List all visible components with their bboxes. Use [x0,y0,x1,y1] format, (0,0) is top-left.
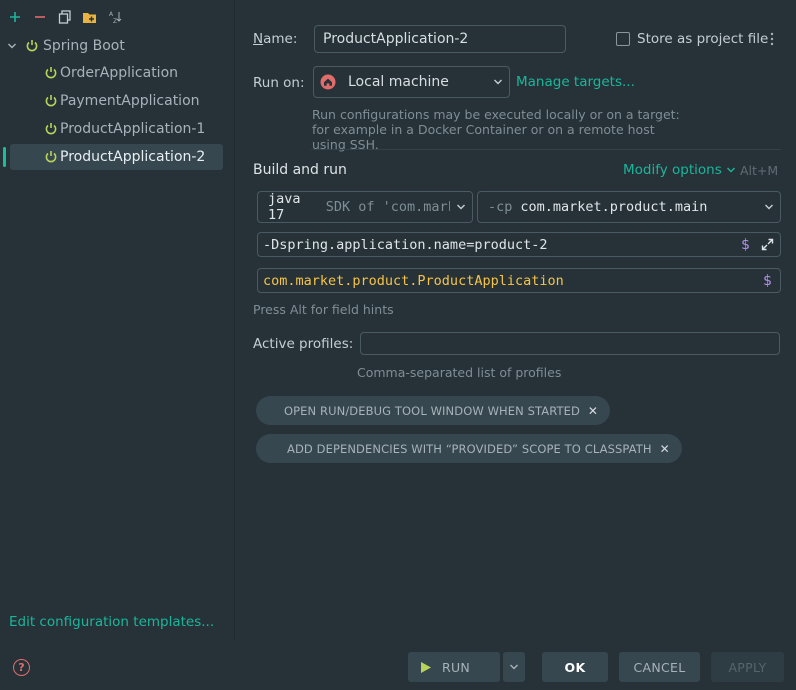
close-icon[interactable]: ✕ [588,404,598,418]
configurations-sidebar: AZ Spring Boot OrderApplication PaymentA… [0,0,235,640]
run-on-label: Run on: [253,75,305,91]
spring-boot-icon [26,40,38,52]
dialog-footer: ? RUN OK CANCEL APPLY [0,640,796,690]
active-profiles-label: Active profiles: [253,336,354,352]
help-button[interactable]: ? [13,659,30,676]
run-button[interactable]: RUN [408,652,500,682]
apply-button[interactable]: APPLY [711,652,784,682]
folder-add-icon [83,12,96,23]
question-icon: ? [18,661,25,674]
cp-flag: -cp [488,199,513,215]
tree-item-payment-application[interactable]: PaymentApplication [44,88,224,114]
edit-configuration-templates-link[interactable]: Edit configuration templates... [9,614,214,630]
modify-options-label: Modify options [623,162,722,178]
tree-item-product-application-2[interactable]: ProductApplication-2 [10,144,223,170]
jdk-version: java 17 [268,191,301,223]
main-class-value: com.market.product.ProductApplication [263,272,564,289]
tree-item-order-application[interactable]: OrderApplication [44,60,224,86]
run-on-value: Local machine [348,74,449,90]
chevron-down-icon [765,204,773,210]
active-profiles-field[interactable] [360,332,780,355]
classpath-module-select[interactable]: -cp com.market.product.main [477,191,781,223]
run-options-dropdown[interactable] [503,652,525,682]
name-field[interactable]: ProductApplication-2 [314,25,566,53]
tree-item-product-application-1[interactable]: ProductApplication-1 [44,116,224,142]
cp-value: com.market.product.main [520,199,708,215]
chevron-down-icon [494,79,502,85]
selection-marker [3,147,6,167]
divider [311,149,781,150]
profiles-hint: Comma-separated list of profiles [357,365,562,380]
tree-group-label: Spring Boot [43,38,125,54]
jdk-dropdown-arrow[interactable] [450,192,472,222]
build-and-run-heading: Build and run [253,162,347,178]
chip-label: OPEN RUN/DEBUG TOOL WINDOW WHEN STARTED [284,403,580,418]
more-options-button[interactable] [766,30,778,48]
add-configuration-button[interactable] [4,7,25,27]
tree-item-label: PaymentApplication [60,93,200,109]
vm-options-value: -Dspring.application.name=product-2 [263,236,548,253]
modify-options-shortcut: Alt+M [740,163,779,178]
store-as-project-file-checkbox[interactable]: Store as project file [616,31,768,47]
chevron-down-icon [457,204,465,210]
alt-hint: Press Alt for field hints [253,302,394,317]
sidebar-toolbar: AZ [4,7,125,27]
run-on-select[interactable]: Local machine [313,66,510,98]
svg-text:Z: Z [113,18,117,24]
name-label-mnemonic: N [253,31,264,47]
expand-icon[interactable] [761,238,774,251]
ok-button[interactable]: OK [542,652,608,682]
minus-icon [34,16,45,18]
tree-item-label: OrderApplication [60,65,179,81]
configuration-form: Name: ProductApplication-2 Store as proj… [236,0,796,640]
copy-configuration-button[interactable] [54,7,75,27]
tree-item-label: ProductApplication-1 [60,121,206,137]
store-as-project-file-label: Store as project file [637,31,769,47]
insert-macro-icon[interactable]: $ [763,273,772,289]
chip-label: ADD DEPENDENCIES WITH “PROVIDED” SCOPE T… [287,441,652,456]
spring-boot-icon [45,123,57,135]
remove-configuration-button[interactable] [29,7,50,27]
tree-item-label: ProductApplication-2 [60,149,206,165]
modify-options-button[interactable]: Modify options [623,162,736,178]
spring-boot-icon [45,67,57,79]
vm-options-field[interactable]: -Dspring.application.name=product-2 $ [257,232,781,257]
plus-icon [9,12,20,22]
insert-macro-icon[interactable]: $ [741,237,750,253]
new-folder-button[interactable] [79,7,100,27]
play-icon [421,661,431,673]
name-label-rest: ame: [263,31,298,47]
spring-boot-icon [45,151,57,163]
chevron-down-icon[interactable] [7,41,17,51]
svg-text:A: A [109,11,114,18]
chevron-down-icon [726,167,735,173]
checkbox-box[interactable] [616,32,630,46]
home-icon [320,74,336,90]
manage-targets-link[interactable]: Manage targets... [516,74,635,90]
sort-alphabetically-button[interactable]: AZ [104,7,125,27]
close-icon[interactable]: ✕ [660,442,670,456]
vertical-ellipsis-icon [770,32,774,46]
cancel-button[interactable]: CANCEL [619,652,700,682]
jdk-select[interactable]: java 17 SDK of 'com.market [257,191,473,223]
copy-icon [58,10,71,24]
chevron-down-icon [510,664,518,670]
option-chip-add-provided-dependencies: ADD DEPENDENCIES WITH “PROVIDED” SCOPE T… [256,434,682,463]
option-chip-open-tool-window: OPEN RUN/DEBUG TOOL WINDOW WHEN STARTED … [256,396,611,425]
tree-group-spring-boot[interactable]: Spring Boot [0,33,234,59]
main-class-field[interactable]: com.market.product.ProductApplication $ [257,268,781,293]
run-on-hint: Run configurations may be executed local… [312,107,680,152]
spring-boot-icon [45,95,57,107]
name-label: Name: [253,31,297,47]
name-value: ProductApplication-2 [323,31,469,47]
sort-az-icon: AZ [109,11,121,24]
run-label: RUN [442,659,471,675]
